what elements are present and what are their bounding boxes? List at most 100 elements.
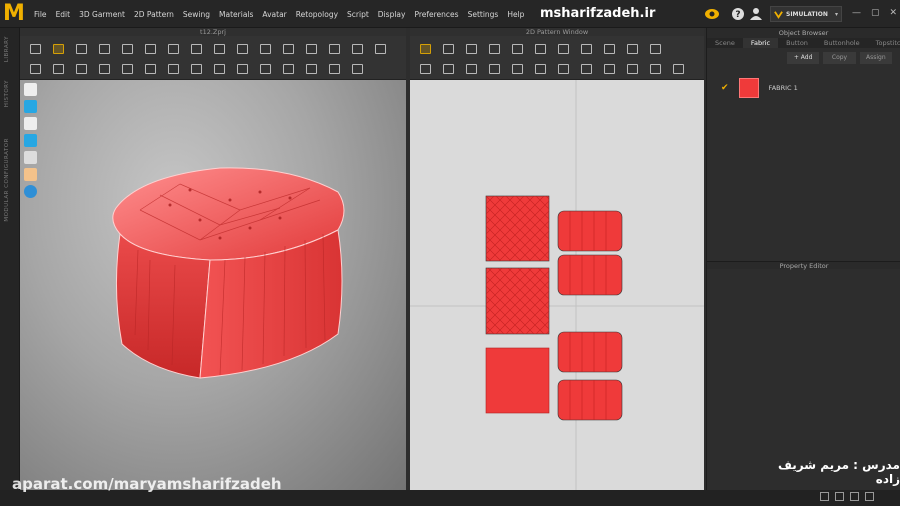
list-item-fabric-1[interactable]: ✔ FABRIC 1 xyxy=(721,78,798,98)
2d-pattern-canvas[interactable] xyxy=(410,80,704,490)
edit-curvature-icon[interactable] xyxy=(460,40,483,57)
tack-2d-icon[interactable] xyxy=(529,60,552,77)
add-point-icon[interactable] xyxy=(506,40,529,57)
add-fabric-button[interactable]: + Add xyxy=(787,52,820,64)
menu-help[interactable]: Help xyxy=(507,10,524,19)
pin-box-icon[interactable] xyxy=(162,40,185,57)
stretch-icon[interactable] xyxy=(116,60,139,77)
hanger-icon[interactable] xyxy=(346,40,369,57)
puckering-icon[interactable] xyxy=(208,60,231,77)
seam-allowance-icon[interactable] xyxy=(414,60,437,77)
menu-avatar[interactable]: Avatar xyxy=(262,10,286,19)
check-sewing-icon[interactable] xyxy=(483,60,506,77)
close-icon[interactable]: ✕ xyxy=(890,8,898,18)
topstitch-icon[interactable] xyxy=(277,60,300,77)
simulation-button[interactable]: SIMULATION ▾ xyxy=(770,6,842,22)
shirt-icon[interactable] xyxy=(323,40,346,57)
tufted-pouf-3d-model[interactable] xyxy=(20,80,406,490)
graphic-icon[interactable] xyxy=(185,60,208,77)
menu-edit[interactable]: Edit xyxy=(56,10,71,19)
eye-icon[interactable] xyxy=(704,6,720,22)
modular-configurator-tab[interactable]: MODULAR CONFIGURATOR xyxy=(4,138,10,222)
rectangle-icon[interactable] xyxy=(552,40,575,57)
fold-icon[interactable] xyxy=(116,40,139,57)
menu-file[interactable]: File xyxy=(34,10,47,19)
full-view-icon[interactable] xyxy=(865,492,874,501)
line-icon[interactable] xyxy=(231,40,254,57)
elastic-icon[interactable] xyxy=(346,60,369,77)
internal-polygon-icon[interactable] xyxy=(598,40,621,57)
tab-buttonhole[interactable]: Buttonhole xyxy=(816,38,868,48)
tab-topstitch[interactable]: Topstitch xyxy=(868,38,900,48)
segment-sewing-icon[interactable] xyxy=(437,60,460,77)
menu-settings[interactable]: Settings xyxy=(468,10,499,19)
texture-icon[interactable] xyxy=(162,60,185,77)
pattern-piece-bottom[interactable] xyxy=(485,267,550,335)
avatar-icon[interactable] xyxy=(749,6,763,22)
arrange-icon[interactable] xyxy=(208,40,231,57)
avatar-pose-icon[interactable] xyxy=(24,60,47,77)
tab-scene[interactable]: Scene xyxy=(707,38,743,48)
shrink-icon[interactable] xyxy=(93,60,116,77)
transform-icon[interactable] xyxy=(93,40,116,57)
brush-icon[interactable] xyxy=(47,60,70,77)
tab-fabric[interactable]: Fabric xyxy=(742,38,779,48)
segment-topstitch-icon[interactable] xyxy=(598,60,621,77)
history-tab[interactable]: HISTORY xyxy=(4,80,10,107)
seam-icon[interactable] xyxy=(369,40,392,57)
edit-topstitch-icon[interactable] xyxy=(644,60,667,77)
library-tab[interactable]: LIBRARY xyxy=(4,36,10,62)
move-icon[interactable] xyxy=(47,40,70,57)
zipper-icon[interactable] xyxy=(300,60,323,77)
menu-2d-pattern[interactable]: 2D Pattern xyxy=(134,10,174,19)
3d-viewport[interactable] xyxy=(20,80,406,490)
measure-icon[interactable] xyxy=(254,40,277,57)
pattern-piece-base[interactable] xyxy=(485,347,550,414)
grid-view-icon[interactable] xyxy=(850,492,859,501)
pattern-piece-top[interactable] xyxy=(485,195,550,262)
tack-icon[interactable] xyxy=(185,40,208,57)
minimize-icon[interactable]: — xyxy=(852,8,861,18)
circle-icon[interactable] xyxy=(575,40,598,57)
edit-sewing-icon[interactable] xyxy=(506,60,529,77)
piping-icon[interactable] xyxy=(323,60,346,77)
transform-pattern-icon[interactable] xyxy=(414,40,437,57)
pin-icon[interactable] xyxy=(139,40,162,57)
split-view-icon[interactable] xyxy=(835,492,844,501)
buttonhole-icon[interactable] xyxy=(254,60,277,77)
menu-3d-garment[interactable]: 3D Garment xyxy=(79,10,125,19)
topstitch-2d-icon[interactable] xyxy=(575,60,598,77)
polygon-icon[interactable] xyxy=(529,40,552,57)
free-sewing-icon[interactable] xyxy=(460,60,483,77)
menu-preferences[interactable]: Preferences xyxy=(414,10,458,19)
fold-arrangement-icon[interactable] xyxy=(644,40,667,57)
avatar-measure-icon[interactable] xyxy=(277,40,300,57)
select-mesh-icon[interactable] xyxy=(70,40,93,57)
maximize-icon[interactable]: ▢ xyxy=(871,8,880,18)
dart-icon[interactable] xyxy=(621,40,644,57)
pattern-piece-side-2[interactable] xyxy=(557,254,623,296)
tab-button[interactable]: Button xyxy=(778,38,816,48)
edit-pattern-icon[interactable] xyxy=(437,40,460,57)
menu-retopology[interactable]: Retopology xyxy=(296,10,338,19)
smooth-icon[interactable] xyxy=(70,60,93,77)
select-icon[interactable] xyxy=(24,40,47,57)
free-topstitch-icon[interactable] xyxy=(621,60,644,77)
menu-script[interactable]: Script xyxy=(347,10,369,19)
menu-sewing[interactable]: Sewing xyxy=(183,10,210,19)
copy-fabric-button[interactable]: Copy xyxy=(823,52,856,64)
menu-materials[interactable]: Materials xyxy=(219,10,253,19)
menu-display[interactable]: Display xyxy=(378,10,406,19)
texture-2d-icon[interactable] xyxy=(667,60,690,77)
pattern-piece-side-1[interactable] xyxy=(557,210,623,252)
garment-icon[interactable] xyxy=(300,40,323,57)
trim-icon[interactable] xyxy=(139,60,162,77)
assign-fabric-button[interactable]: Assign xyxy=(859,52,892,64)
layout-icon[interactable] xyxy=(820,492,829,501)
edit-curve-point-icon[interactable] xyxy=(483,40,506,57)
help-icon[interactable]: ? xyxy=(731,6,745,22)
pattern-piece-side-3[interactable] xyxy=(557,331,623,373)
pattern-piece-side-4[interactable] xyxy=(557,379,623,421)
symmetry-icon[interactable] xyxy=(552,60,575,77)
button-icon[interactable] xyxy=(231,60,254,77)
